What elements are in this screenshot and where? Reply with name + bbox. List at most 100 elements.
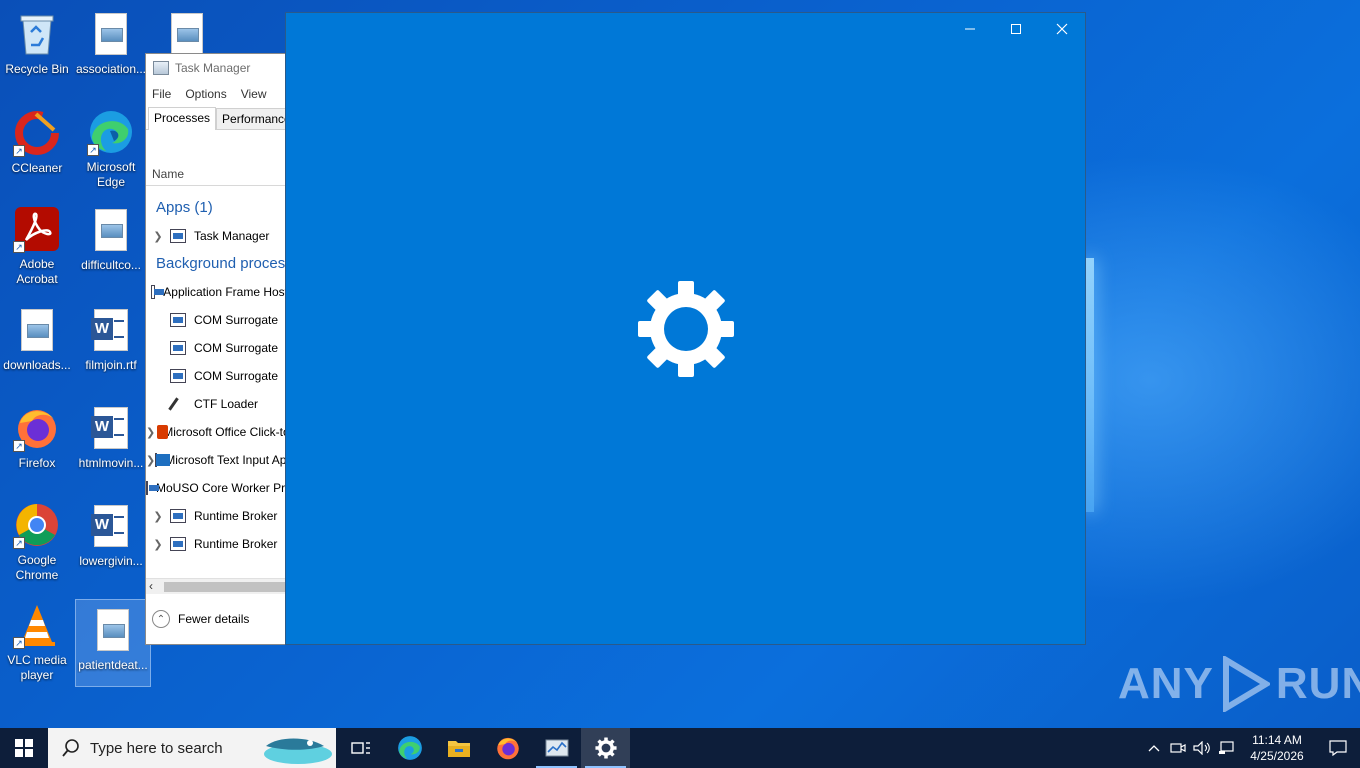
process-row[interactable]: ❯ Microsoft Office Click-to-Run xyxy=(146,418,286,446)
chevron-right-icon[interactable]: ❯ xyxy=(146,538,170,551)
process-name: Microsoft Office Click-to-Run xyxy=(163,425,286,439)
desktop-icon-label: Google Chrome xyxy=(15,552,59,582)
ctf-icon xyxy=(170,397,186,411)
desktop-icon-downloads[interactable]: downloads... xyxy=(0,300,74,386)
scroll-left-icon[interactable]: ‹ xyxy=(149,579,153,593)
network-button[interactable] xyxy=(1214,728,1238,768)
gear-icon xyxy=(638,281,734,377)
search-highlight-icon xyxy=(264,738,332,764)
menu-file[interactable]: File xyxy=(152,87,171,101)
desktop-icon-patientdeat[interactable]: patientdeat... xyxy=(75,599,151,687)
chevron-right-icon[interactable]: ❯ xyxy=(146,510,170,523)
desktop-icon-recycle-bin[interactable]: Recycle Bin xyxy=(0,4,74,90)
horizontal-scrollbar[interactable]: ‹ xyxy=(146,578,286,594)
desktop-icon-label: difficultco... xyxy=(81,258,141,272)
task-view-button[interactable] xyxy=(336,728,385,768)
desktop-icon-vlc[interactable]: ↗ VLC media player xyxy=(0,596,74,682)
clock[interactable]: 11:14 AM 4/25/2026 xyxy=(1238,732,1316,764)
taskbar-firefox[interactable] xyxy=(483,728,532,768)
desktop-icon-lowergivin[interactable]: W lowergivin... xyxy=(74,496,148,582)
desktop-icon-ccleaner[interactable]: ↗ CCleaner xyxy=(0,103,74,189)
chevron-right-icon[interactable]: ❯ xyxy=(146,426,155,439)
shortcut-arrow-icon: ↗ xyxy=(13,240,25,253)
tab-performance[interactable]: Performance xyxy=(216,108,286,129)
desktop-icon-adobe-acrobat[interactable]: ↗ Adobe Acrobat xyxy=(0,200,74,286)
minimize-button[interactable] xyxy=(947,13,993,45)
search-box[interactable]: Type here to search xyxy=(48,728,336,768)
process-name: MoUSO Core Worker Process xyxy=(156,481,286,495)
maximize-button[interactable] xyxy=(993,13,1039,45)
task-manager-icon xyxy=(545,739,568,757)
show-hidden-icons-button[interactable] xyxy=(1142,728,1166,768)
chevron-up-icon xyxy=(1148,745,1160,752)
edge-icon: ↗ xyxy=(87,109,135,156)
desktop-icon-label: filmjoin.rtf xyxy=(85,358,137,372)
desktop-icon-filmjoin[interactable]: W filmjoin.rtf xyxy=(74,300,148,386)
fewer-details-label: Fewer details xyxy=(178,612,250,626)
process-row[interactable]: COM Surrogate xyxy=(146,362,286,390)
notifications-button[interactable] xyxy=(1316,728,1360,768)
desktop-icon-label: Recycle Bin xyxy=(5,62,69,76)
taskbar: Type here to search 11:14 AM 4/25/2026 xyxy=(0,728,1360,768)
process-row[interactable]: Application Frame Host xyxy=(146,278,286,306)
taskbar-task-manager[interactable] xyxy=(532,728,581,768)
desktop-icon-firefox[interactable]: ↗ Firefox xyxy=(0,398,74,484)
scrollbar-thumb[interactable] xyxy=(164,582,286,592)
desktop-icon-label: downloads... xyxy=(3,358,71,372)
firefox-icon xyxy=(496,737,519,760)
process-row[interactable]: COM Surrogate xyxy=(146,306,286,334)
image-file-icon xyxy=(87,10,135,58)
process-row[interactable]: COM Surrogate xyxy=(146,334,286,362)
process-row[interactable]: ❯ Runtime Broker xyxy=(146,502,286,530)
fewer-details-button[interactable]: ⌃ Fewer details xyxy=(152,610,249,628)
chevron-right-icon[interactable]: ❯ xyxy=(146,454,155,467)
windows-logo-icon xyxy=(15,739,33,757)
process-row[interactable]: ❯ Task Manager xyxy=(146,222,286,250)
settings-window[interactable] xyxy=(285,12,1086,645)
speaker-icon xyxy=(1193,741,1210,755)
tab-processes[interactable]: Processes xyxy=(148,107,217,130)
shortcut-arrow-icon: ↗ xyxy=(13,536,25,549)
task-manager-titlebar[interactable]: Task Manager xyxy=(146,54,286,82)
desktop-icon-label: association... xyxy=(75,62,147,76)
tab-strip: Processes Performance xyxy=(146,106,286,130)
taskbar-edge[interactable] xyxy=(385,728,434,768)
window-icon xyxy=(170,509,186,523)
shortcut-arrow-icon: ↗ xyxy=(13,145,25,157)
desktop-icon-label: patientdeat... xyxy=(78,658,148,672)
desktop-icon-microsoft-edge[interactable]: ↗ Microsoft Edge xyxy=(74,103,148,189)
volume-button[interactable] xyxy=(1190,728,1214,768)
process-name: Runtime Broker xyxy=(194,509,278,523)
task-manager-window[interactable]: Task Manager File Options View Processes… xyxy=(145,53,287,645)
network-icon xyxy=(1219,741,1234,754)
close-button[interactable] xyxy=(1039,13,1085,45)
chevron-right-icon[interactable]: ❯ xyxy=(146,230,170,243)
desktop-icon-label: Microsoft Edge xyxy=(86,159,136,189)
start-button[interactable] xyxy=(0,728,48,768)
menu-view[interactable]: View xyxy=(241,87,267,101)
column-header-name[interactable]: Name xyxy=(146,162,286,186)
process-row[interactable]: ❯ Runtime Broker xyxy=(146,530,286,558)
camera-icon xyxy=(1170,743,1186,753)
process-row[interactable]: MoUSO Core Worker Process xyxy=(146,474,286,502)
text-input-icon xyxy=(155,453,171,467)
menu-bar: File Options View xyxy=(146,82,286,106)
maximize-icon xyxy=(1011,24,1021,34)
process-row[interactable]: CTF Loader xyxy=(146,390,286,418)
menu-options[interactable]: Options xyxy=(185,87,226,101)
desktop-icon-google-chrome[interactable]: ↗ Google Chrome xyxy=(0,496,74,582)
meet-now-button[interactable] xyxy=(1166,728,1190,768)
process-row[interactable]: ❯ Microsoft Text Input Application xyxy=(146,446,286,474)
image-file-icon xyxy=(87,206,135,254)
shortcut-arrow-icon: ↗ xyxy=(13,636,25,649)
desktop-icon-association[interactable]: association... xyxy=(74,4,148,90)
search-icon xyxy=(62,739,79,757)
desktop-icon-difficultco[interactable]: difficultco... xyxy=(74,200,148,286)
process-name: Task Manager xyxy=(194,229,270,243)
taskbar-settings[interactable] xyxy=(581,728,630,768)
group-header-apps: Apps (1) xyxy=(156,199,213,216)
image-file-icon xyxy=(13,306,61,354)
desktop-icon-htmlmovin[interactable]: W htmlmovin... xyxy=(74,398,148,484)
shortcut-arrow-icon: ↗ xyxy=(13,440,25,452)
taskbar-file-explorer[interactable] xyxy=(434,728,483,768)
